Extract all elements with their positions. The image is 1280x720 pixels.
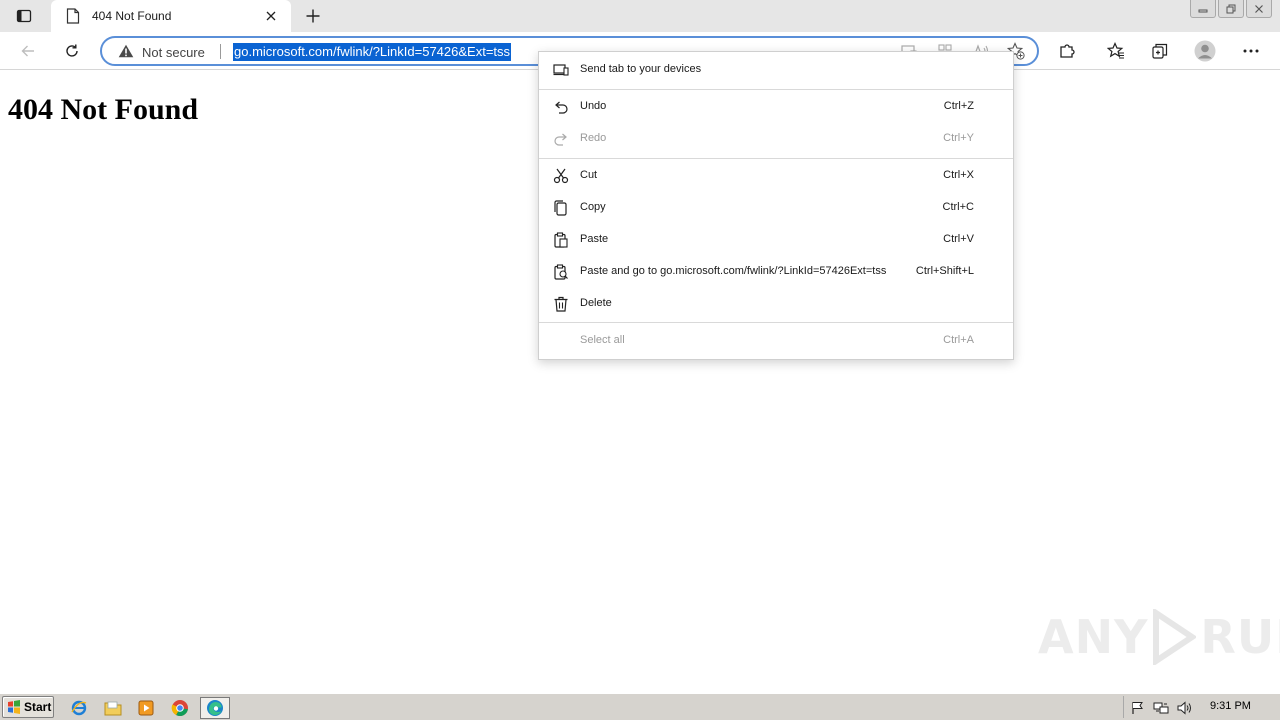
cut-icon bbox=[553, 168, 569, 184]
restore-icon bbox=[1226, 4, 1236, 13]
favorites-icon bbox=[1107, 42, 1124, 59]
start-label: Start bbox=[24, 700, 52, 714]
collections-icon bbox=[1152, 43, 1168, 59]
anyrun-watermark: ANY RUN bbox=[1038, 609, 1280, 665]
watermark-text-left: ANY bbox=[1038, 610, 1149, 664]
menu-divider bbox=[539, 89, 1013, 90]
new-tab-button[interactable] bbox=[302, 6, 324, 26]
taskbar-internet-explorer[interactable] bbox=[68, 697, 90, 719]
taskbar-media-player[interactable] bbox=[135, 697, 157, 719]
menu-item-undo[interactable]: Undo Ctrl+Z bbox=[539, 91, 1013, 123]
settings-more-button[interactable] bbox=[1238, 39, 1264, 63]
plus-icon bbox=[306, 9, 320, 23]
tab-actions-icon bbox=[16, 9, 32, 23]
media-player-icon bbox=[138, 700, 154, 716]
back-arrow-icon bbox=[21, 45, 34, 57]
paste-go-icon bbox=[553, 264, 569, 280]
volume-icon[interactable] bbox=[1177, 700, 1193, 716]
play-logo-icon bbox=[1153, 609, 1197, 665]
menu-shortcut: Ctrl+X bbox=[943, 169, 974, 181]
refresh-button[interactable] bbox=[59, 39, 85, 63]
menu-divider bbox=[539, 322, 1013, 323]
restore-button[interactable] bbox=[1218, 0, 1244, 18]
paste-icon bbox=[553, 232, 569, 248]
windows-flag-icon bbox=[8, 700, 20, 714]
tab-close-button[interactable] bbox=[263, 8, 279, 24]
menu-shortcut: Ctrl+Z bbox=[943, 100, 974, 112]
address-divider bbox=[220, 44, 221, 59]
taskbar-edge[interactable] bbox=[200, 697, 230, 719]
back-button[interactable] bbox=[15, 39, 41, 63]
favorites-button[interactable] bbox=[1103, 39, 1129, 63]
taskbar-clock[interactable]: 9:31 PM bbox=[1210, 700, 1251, 712]
profile-button[interactable] bbox=[1192, 39, 1218, 63]
menu-shortcut: Ctrl+Y bbox=[943, 132, 974, 144]
menu-shortcut: Ctrl+C bbox=[942, 201, 974, 213]
close-icon bbox=[266, 11, 276, 21]
action-center-flag-icon[interactable] bbox=[1130, 700, 1146, 716]
menu-item-send-tab[interactable]: Send tab to your devices bbox=[539, 54, 1013, 86]
menu-label: Undo bbox=[580, 100, 607, 112]
menu-label: Redo bbox=[580, 132, 607, 144]
menu-item-paste-and-go[interactable]: Paste and go to go.microsoft.com/fwlink/… bbox=[539, 256, 1013, 288]
menu-label: Send tab to your devices bbox=[580, 63, 702, 75]
avatar-icon bbox=[1194, 40, 1216, 62]
browser-tab[interactable]: 404 Not Found bbox=[51, 0, 291, 32]
menu-shortcut: Ctrl+A bbox=[943, 334, 974, 346]
security-status[interactable]: Not secure bbox=[142, 45, 205, 60]
puzzle-icon bbox=[1060, 44, 1075, 58]
warning-icon[interactable] bbox=[118, 44, 134, 58]
menu-label: Paste and go to go.microsoft.com/fwlink/… bbox=[580, 265, 887, 277]
edge-icon bbox=[207, 700, 223, 716]
internet-explorer-icon bbox=[71, 700, 87, 716]
menu-shortcut: Ctrl+V bbox=[943, 233, 974, 245]
undo-icon bbox=[553, 99, 569, 115]
menu-item-redo[interactable]: Redo Ctrl+Y bbox=[539, 123, 1013, 155]
system-tray: 9:31 PM bbox=[1123, 696, 1278, 718]
start-button[interactable]: Start bbox=[2, 696, 54, 718]
close-icon bbox=[1255, 4, 1263, 13]
menu-label: Delete bbox=[580, 297, 612, 309]
tab-strip: 404 Not Found bbox=[0, 0, 1280, 32]
menu-item-cut[interactable]: Cut Ctrl+X bbox=[539, 160, 1013, 192]
watermark-text-right: RUN bbox=[1200, 610, 1280, 664]
menu-divider bbox=[539, 158, 1013, 159]
menu-label: Select all bbox=[580, 334, 625, 346]
menu-shortcut: Ctrl+Shift+L bbox=[915, 265, 974, 277]
page-icon bbox=[66, 8, 80, 24]
menu-item-paste[interactable]: Paste Ctrl+V bbox=[539, 224, 1013, 256]
menu-item-delete[interactable]: Delete bbox=[539, 288, 1013, 320]
redo-icon bbox=[553, 131, 569, 147]
tab-actions-button[interactable] bbox=[8, 5, 40, 27]
taskbar-chrome[interactable] bbox=[169, 697, 191, 719]
context-menu: Send tab to your devices Undo Ctrl+Z Red… bbox=[538, 51, 1014, 360]
tab-title: 404 Not Found bbox=[92, 9, 172, 23]
more-icon bbox=[1243, 49, 1259, 53]
window-controls bbox=[1188, 0, 1272, 18]
refresh-icon bbox=[66, 44, 78, 57]
menu-label: Paste bbox=[580, 233, 609, 245]
chrome-icon bbox=[171, 700, 188, 717]
folder-icon bbox=[104, 701, 122, 716]
network-icon[interactable] bbox=[1153, 700, 1169, 716]
minimize-icon bbox=[1198, 9, 1208, 12]
taskbar-file-explorer[interactable] bbox=[102, 697, 124, 719]
menu-item-copy[interactable]: Copy Ctrl+C bbox=[539, 192, 1013, 224]
send-tab-icon bbox=[553, 62, 569, 78]
window-close-button[interactable] bbox=[1246, 0, 1272, 18]
page-heading: 404 Not Found bbox=[8, 93, 199, 126]
extensions-button[interactable] bbox=[1054, 39, 1080, 63]
copy-icon bbox=[553, 200, 569, 216]
menu-item-select-all[interactable]: Select all Ctrl+A bbox=[539, 325, 1013, 357]
delete-icon bbox=[553, 296, 569, 312]
menu-label: Copy bbox=[580, 201, 606, 213]
collections-button[interactable] bbox=[1147, 39, 1173, 63]
taskbar: Start 9:31 PM bbox=[0, 693, 1280, 720]
minimize-button[interactable] bbox=[1190, 0, 1216, 18]
url-text[interactable]: go.microsoft.com/fwlink/?LinkId=57426&Ex… bbox=[233, 43, 512, 61]
menu-label: Cut bbox=[580, 169, 598, 181]
